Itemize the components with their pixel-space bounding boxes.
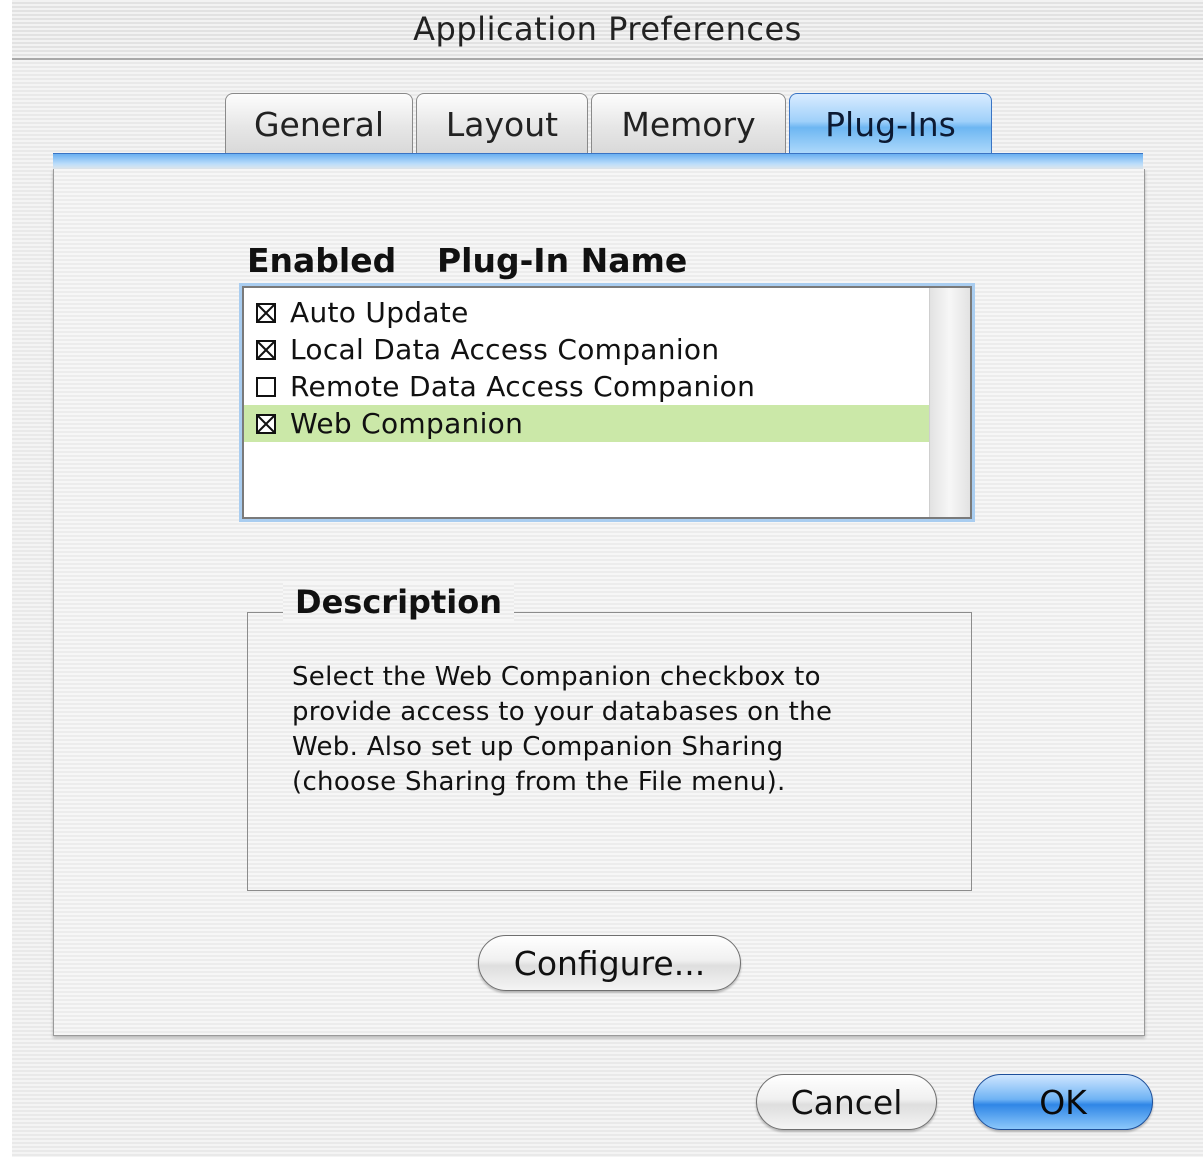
plugin-list[interactable]: Auto Update Local Data Access Companion … — [242, 286, 972, 519]
checkbox-auto-update[interactable] — [256, 302, 276, 323]
tab-general[interactable]: General — [225, 93, 413, 155]
plugin-label: Web Companion — [290, 407, 524, 440]
checkbox-remote-data-access[interactable] — [256, 376, 276, 397]
enabled-column-header: Enabled — [247, 241, 397, 280]
configure-button[interactable]: Configure... — [478, 935, 741, 991]
ok-button[interactable]: OK — [973, 1074, 1153, 1130]
description-line: Web. Also set up Companion Sharing — [292, 732, 784, 762]
plugin-row-local-data-access[interactable]: Local Data Access Companion — [244, 331, 930, 368]
description-line: provide access to your databases on the — [292, 697, 833, 727]
tab-layout[interactable]: Layout — [416, 93, 588, 155]
description-text: Select the Web Companion checkbox to pro… — [292, 660, 932, 800]
list-scrollbar[interactable] — [929, 288, 970, 517]
tab-strip — [53, 153, 1143, 170]
plugin-name-column-header: Plug-In Name — [437, 241, 688, 280]
plugin-row-remote-data-access[interactable]: Remote Data Access Companion — [244, 368, 930, 405]
cancel-button[interactable]: Cancel — [756, 1074, 937, 1130]
description-line: (choose Sharing from the File menu). — [292, 767, 786, 797]
window-title: Application Preferences — [413, 10, 802, 48]
plugin-row-web-companion[interactable]: Web Companion — [244, 405, 930, 442]
tab-memory[interactable]: Memory — [591, 93, 786, 155]
plugin-label: Remote Data Access Companion — [290, 370, 756, 403]
description-line: Select the Web Companion checkbox to — [292, 662, 821, 692]
title-bar[interactable]: Application Preferences — [12, 0, 1203, 60]
plugin-row-auto-update[interactable]: Auto Update — [244, 294, 930, 331]
plugin-label: Local Data Access Companion — [290, 333, 720, 366]
tab-plug-ins[interactable]: Plug-Ins — [789, 93, 992, 155]
description-title: Description — [283, 583, 514, 621]
checkbox-local-data-access[interactable] — [256, 339, 276, 360]
checkbox-web-companion[interactable] — [256, 413, 276, 434]
plugin-label: Auto Update — [290, 296, 469, 329]
